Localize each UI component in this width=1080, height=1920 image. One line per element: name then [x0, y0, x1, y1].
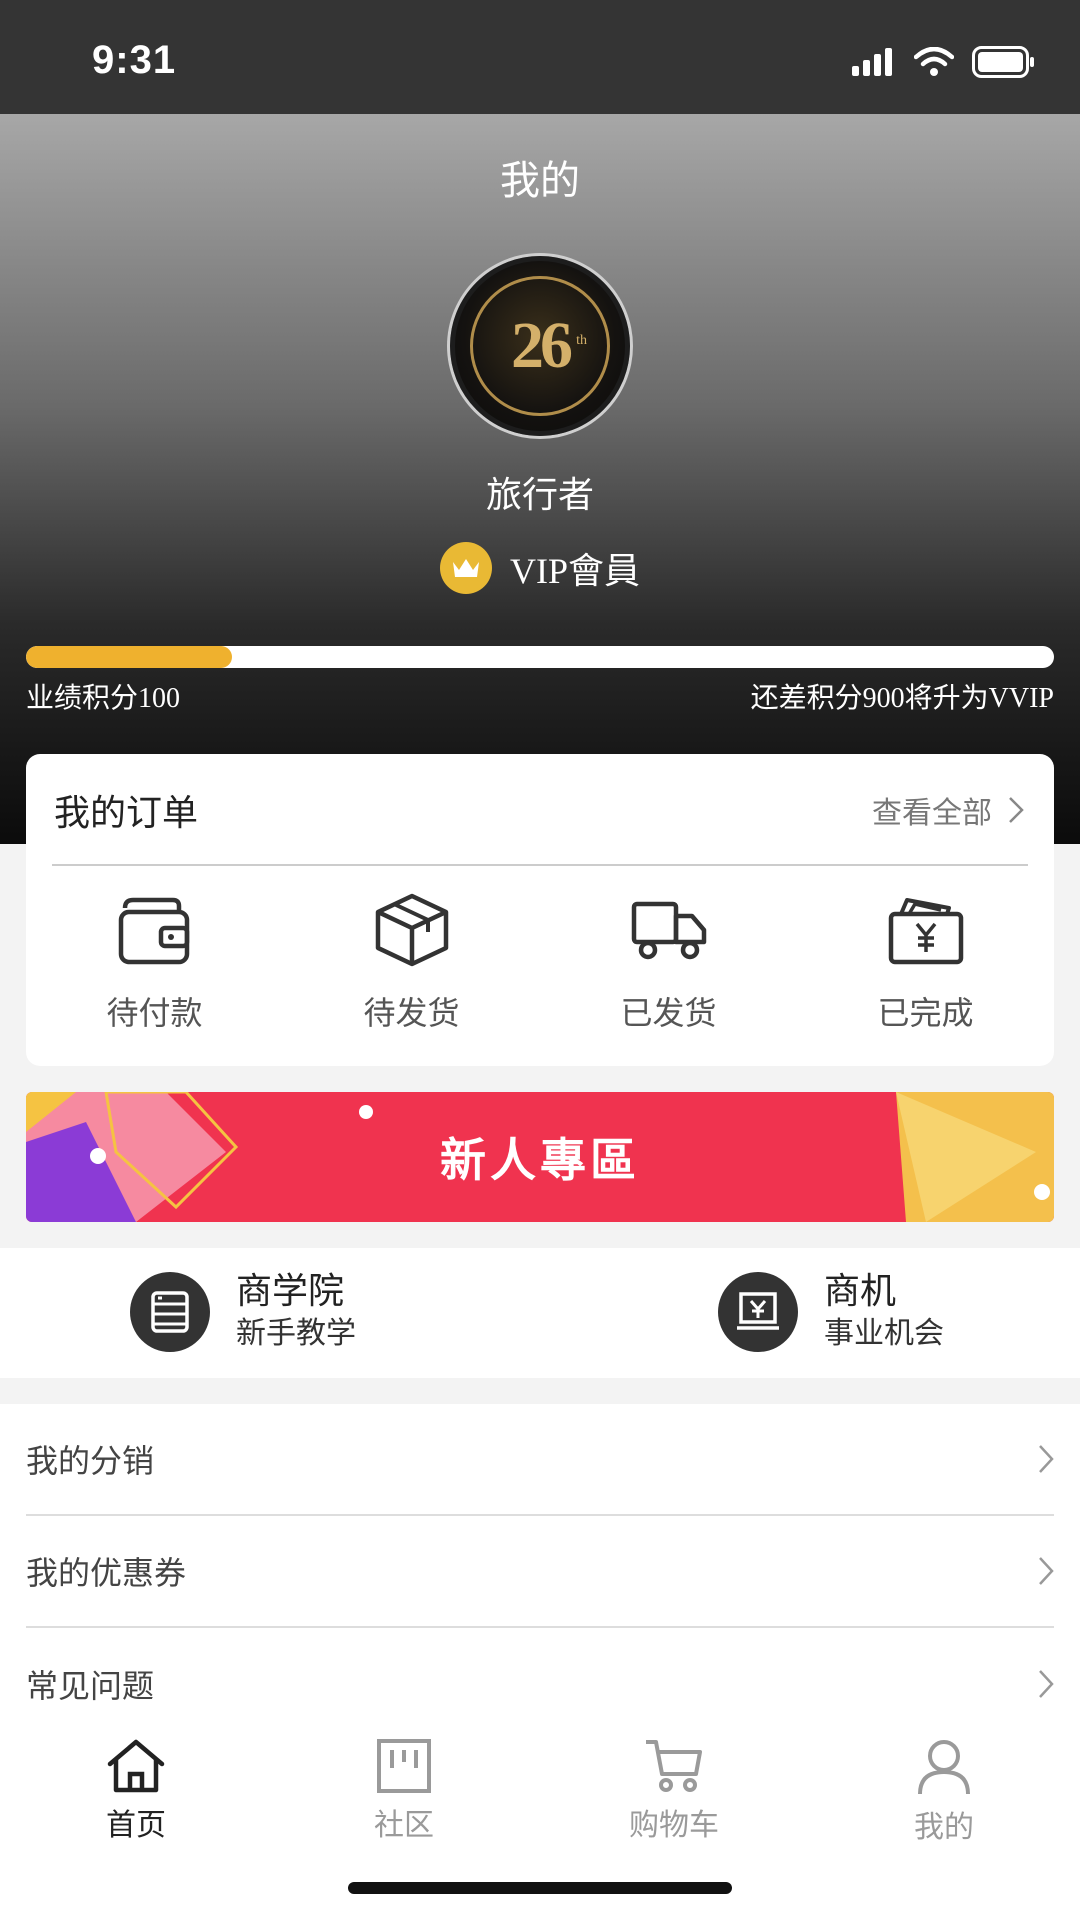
vip-label: VIP會員 [509, 551, 640, 591]
profile-header: 我的 26 th 旅行者 VIP會員 业绩积分100 还差积分900将升为VVI… [0, 114, 1080, 844]
orders-title: 我的订单 [54, 793, 199, 834]
service-subtitle: 事业机会 [824, 1316, 944, 1351]
menu-item-distribution[interactable]: 我的分销 [26, 1404, 1054, 1516]
home-icon [107, 1739, 165, 1793]
tab-label: 首页 [106, 1808, 166, 1843]
vip-badge: VIP會員 [0, 542, 1080, 594]
divider [52, 864, 1028, 866]
service-text: 商机 事业机会 [824, 1270, 944, 1354]
view-all-orders-link[interactable]: 查看全部 [872, 788, 1024, 832]
chevron-right-icon [1039, 1557, 1054, 1585]
status-bar: 9:31 [0, 0, 1080, 114]
orders-card: 我的订单 查看全部 待付款 待发货 已发货 已完成 [26, 754, 1054, 1066]
menu-item-coupons[interactable]: 我的优惠券 [26, 1516, 1054, 1628]
points-progress-fill [26, 646, 232, 668]
status-icons [852, 46, 1036, 78]
services-row: 商学院 新手教学 商机 事业机会 [0, 1248, 1080, 1378]
avatar-number: 26 [511, 309, 573, 382]
newcomer-banner[interactable]: 新人專區 [26, 1092, 1054, 1222]
points-text: 业绩积分100 [26, 683, 181, 714]
yen-wallet-icon [886, 890, 966, 970]
chevron-right-icon [1009, 797, 1024, 823]
tab-label: 社区 [374, 1808, 434, 1843]
business-opportunity-entry[interactable]: 商机 事业机会 [718, 1270, 944, 1354]
cart-icon [646, 1740, 702, 1792]
service-title: 商机 [824, 1271, 897, 1312]
order-pending-shipment[interactable]: 待发货 [283, 890, 540, 1034]
tab-label: 购物车 [629, 1808, 719, 1843]
battery-icon [972, 46, 1034, 78]
crown-icon [439, 542, 492, 594]
username: 旅行者 [485, 475, 594, 516]
status-time: 9:31 [92, 38, 177, 82]
service-title: 商学院 [236, 1271, 345, 1312]
truck-icon [629, 890, 709, 970]
order-label: 待发货 [363, 994, 460, 1032]
service-text: 商学院 新手教学 [236, 1270, 356, 1354]
chevron-right-icon [1039, 1670, 1054, 1698]
tab-profile[interactable]: 我的 [874, 1738, 1014, 1846]
business-school-entry[interactable]: 商学院 新手教学 [130, 1270, 356, 1354]
menu-item-label: 我的优惠券 [26, 1554, 187, 1592]
menu-list: 我的分销 我的优惠券 常见问题 [0, 1404, 1080, 1724]
tab-home[interactable]: 首页 [66, 1738, 206, 1844]
chevron-right-icon [1039, 1445, 1054, 1473]
avatar-superscript: th [576, 333, 587, 348]
tab-cart[interactable]: 购物车 [604, 1738, 744, 1844]
wallet-icon [115, 890, 195, 970]
tab-label: 我的 [914, 1810, 974, 1845]
wifi-icon [914, 47, 954, 76]
view-all-label: 查看全部 [872, 796, 992, 831]
box-icon [372, 890, 452, 970]
home-indicator[interactable] [348, 1882, 732, 1894]
menu-item-label: 常见问题 [26, 1667, 155, 1705]
signal-icon [852, 48, 892, 76]
page-title: 我的 [500, 158, 580, 204]
community-icon [377, 1739, 431, 1793]
user-icon [918, 1740, 970, 1795]
document-list-icon [130, 1272, 210, 1352]
upgrade-text: 还差积分900将升为VVIP [750, 683, 1054, 714]
order-pending-payment[interactable]: 待付款 [26, 890, 283, 1034]
menu-item-label: 我的分销 [26, 1442, 155, 1480]
tab-community[interactable]: 社区 [334, 1738, 474, 1844]
order-shipped[interactable]: 已发货 [540, 890, 797, 1034]
order-completed[interactable]: 已完成 [797, 890, 1054, 1034]
banner-title: 新人專區 [440, 1133, 640, 1187]
bottom-tab-bar: 首页 社区 购物车 我的 [0, 1718, 1080, 1920]
avatar-emblem: 26 th [470, 276, 610, 416]
order-status-grid: 待付款 待发货 已发货 已完成 [26, 890, 1054, 1034]
order-label: 待付款 [106, 994, 203, 1032]
points-progress-bar [26, 646, 1054, 668]
avatar[interactable]: 26 th [450, 256, 630, 436]
service-subtitle: 新手教学 [236, 1316, 356, 1351]
yen-board-icon [718, 1272, 798, 1352]
order-label: 已完成 [877, 994, 974, 1032]
order-label: 已发货 [620, 994, 717, 1032]
